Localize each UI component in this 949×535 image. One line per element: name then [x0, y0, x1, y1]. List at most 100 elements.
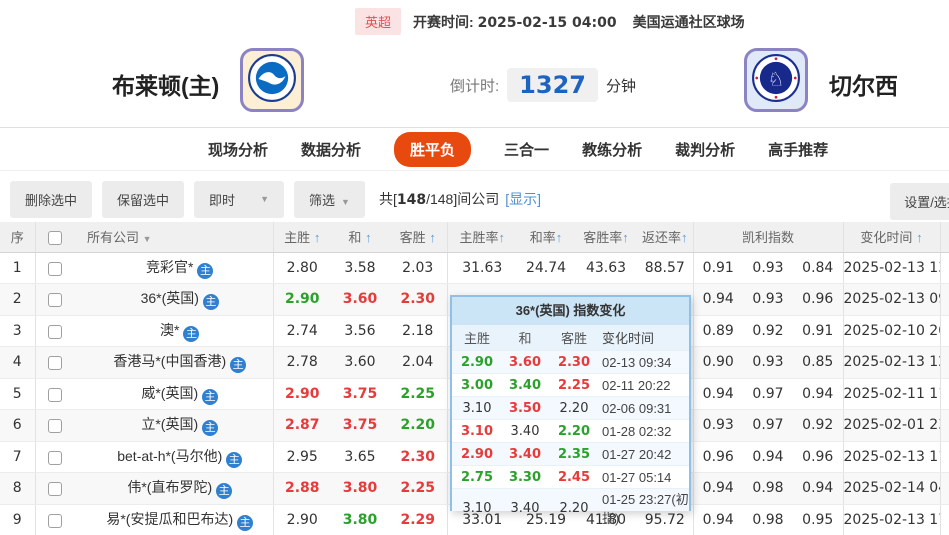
header-draw-rate[interactable]: 和率↑: [517, 222, 575, 252]
draw-odds[interactable]: 3.80: [331, 504, 389, 535]
company-name[interactable]: 威*(英国)主: [75, 378, 273, 410]
show-link[interactable]: [显示]: [505, 189, 541, 209]
row-select-cell[interactable]: [35, 347, 75, 379]
company-name[interactable]: 澳*主: [75, 315, 273, 347]
header-draw[interactable]: 和 ↑: [331, 222, 389, 252]
filter-button[interactable]: 筛选▼: [294, 181, 365, 218]
popup-away-odds: 2.45: [548, 470, 600, 485]
row-checkbox[interactable]: [48, 419, 62, 433]
company-name[interactable]: bet-at-h*(马尔他)主: [75, 441, 273, 473]
away-odds[interactable]: 2.30: [389, 441, 447, 473]
home-odds[interactable]: 2.90: [273, 378, 331, 410]
away-odds[interactable]: 2.25: [389, 378, 447, 410]
row-select-cell[interactable]: [35, 284, 75, 316]
kelly-3: 0.94: [793, 378, 843, 410]
kelly-2: 0.98: [743, 504, 793, 535]
away-odds[interactable]: 2.04: [389, 347, 447, 379]
row-checkbox[interactable]: [48, 451, 62, 465]
away-odds[interactable]: 2.20: [389, 410, 447, 442]
row-checkbox[interactable]: [48, 356, 62, 370]
nav-tab-6[interactable]: 高手推荐: [768, 139, 828, 160]
header-change-time[interactable]: 变化时间 ↑: [843, 222, 940, 252]
draw-rate: 24.74: [517, 252, 575, 284]
company-name[interactable]: 伟*(直布罗陀)主: [75, 473, 273, 505]
header-away-rate[interactable]: 客胜率↑: [575, 222, 637, 252]
home-odds[interactable]: 2.90: [273, 284, 331, 316]
kelly-3: 0.96: [793, 441, 843, 473]
away-team-name: 切尔西: [829, 67, 898, 101]
settings-select-button[interactable]: 设置/选择: [890, 183, 949, 220]
select-all-checkbox[interactable]: [48, 231, 62, 245]
return-rate: 88.57: [637, 252, 693, 284]
away-odds[interactable]: 2.18: [389, 315, 447, 347]
home-odds[interactable]: 2.87: [273, 410, 331, 442]
popup-change-time: 01-27 05:14: [600, 470, 689, 485]
nav-tab-5[interactable]: 裁判分析: [675, 139, 735, 160]
kelly-3: 0.85: [793, 347, 843, 379]
home-odds[interactable]: 2.78: [273, 347, 331, 379]
popup-history-row: 3.103.402.2001-28 02:32: [452, 419, 689, 442]
kickoff-time: 开赛时间: 2025-02-15 04:00: [413, 12, 617, 32]
delete-selected-button[interactable]: 删除选中: [10, 181, 92, 218]
sort-asc-icon[interactable]: ↑: [314, 230, 321, 245]
row-select-cell[interactable]: [35, 410, 75, 442]
company-name[interactable]: 易*(安提瓜和巴布达)主: [75, 504, 273, 535]
sort-asc-icon[interactable]: ↑: [556, 230, 563, 245]
row-checkbox[interactable]: [48, 514, 62, 528]
sort-asc-icon[interactable]: ↑: [622, 230, 629, 245]
row-select-cell[interactable]: [35, 252, 75, 284]
nav-tab-3[interactable]: 三合一: [504, 139, 549, 160]
header-home-rate[interactable]: 主胜率↑: [447, 222, 517, 252]
row-checkbox[interactable]: [48, 325, 62, 339]
home-odds[interactable]: 2.88: [273, 473, 331, 505]
draw-odds[interactable]: 3.80: [331, 473, 389, 505]
draw-odds[interactable]: 3.75: [331, 378, 389, 410]
sort-asc-icon[interactable]: ↑: [916, 230, 923, 245]
sort-asc-icon[interactable]: ↑: [681, 230, 688, 245]
away-odds[interactable]: 2.25: [389, 473, 447, 505]
draw-odds[interactable]: 3.56: [331, 315, 389, 347]
row-checkbox[interactable]: [48, 293, 62, 307]
nav-tab-1[interactable]: 数据分析: [301, 139, 361, 160]
home-odds[interactable]: 2.80: [273, 252, 331, 284]
away-odds[interactable]: 2.03: [389, 252, 447, 284]
header-company[interactable]: 所有公司 ▼: [75, 222, 273, 252]
kelly-3: 0.91: [793, 315, 843, 347]
away-odds[interactable]: 2.29: [389, 504, 447, 535]
home-odds[interactable]: 2.74: [273, 315, 331, 347]
row-checkbox[interactable]: [48, 388, 62, 402]
draw-odds[interactable]: 3.75: [331, 410, 389, 442]
draw-odds[interactable]: 3.60: [331, 284, 389, 316]
home-odds[interactable]: 2.95: [273, 441, 331, 473]
row-select-cell[interactable]: [35, 473, 75, 505]
sort-asc-icon[interactable]: ↑: [429, 230, 436, 245]
row-select-cell[interactable]: [35, 504, 75, 535]
row-select-cell[interactable]: [35, 315, 75, 347]
company-name[interactable]: 立*(英国)主: [75, 410, 273, 442]
home-odds[interactable]: 2.90: [273, 504, 331, 535]
company-name[interactable]: 香港马*(中国香港)主: [75, 347, 273, 379]
keep-selected-button[interactable]: 保留选中: [102, 181, 184, 218]
row-checkbox[interactable]: [48, 482, 62, 496]
away-odds[interactable]: 2.30: [389, 284, 447, 316]
header-away-win[interactable]: 客胜 ↑: [389, 222, 447, 252]
header-select-all[interactable]: [35, 222, 75, 252]
kelly-1: 0.94: [693, 504, 743, 535]
company-name[interactable]: 竞彩官*主: [75, 252, 273, 284]
nav-tab-4[interactable]: 教练分析: [582, 139, 642, 160]
row-select-cell[interactable]: [35, 441, 75, 473]
instant-select[interactable]: 即时▼: [194, 181, 284, 218]
header-return-rate[interactable]: 返还率↑: [637, 222, 693, 252]
row-checkbox[interactable]: [48, 262, 62, 276]
draw-odds[interactable]: 3.60: [331, 347, 389, 379]
nav-tab-2[interactable]: 胜平负: [394, 132, 471, 167]
row-select-cell[interactable]: [35, 378, 75, 410]
header-home-win[interactable]: 主胜 ↑: [273, 222, 331, 252]
sort-asc-icon[interactable]: ↑: [365, 230, 372, 245]
sort-asc-icon[interactable]: ↑: [499, 230, 506, 245]
nav-tab-0[interactable]: 现场分析: [208, 139, 268, 160]
home-team-name: 布莱顿(主): [112, 67, 219, 101]
draw-odds[interactable]: 3.65: [331, 441, 389, 473]
draw-odds[interactable]: 3.58: [331, 252, 389, 284]
company-name[interactable]: 36*(英国)主: [75, 284, 273, 316]
